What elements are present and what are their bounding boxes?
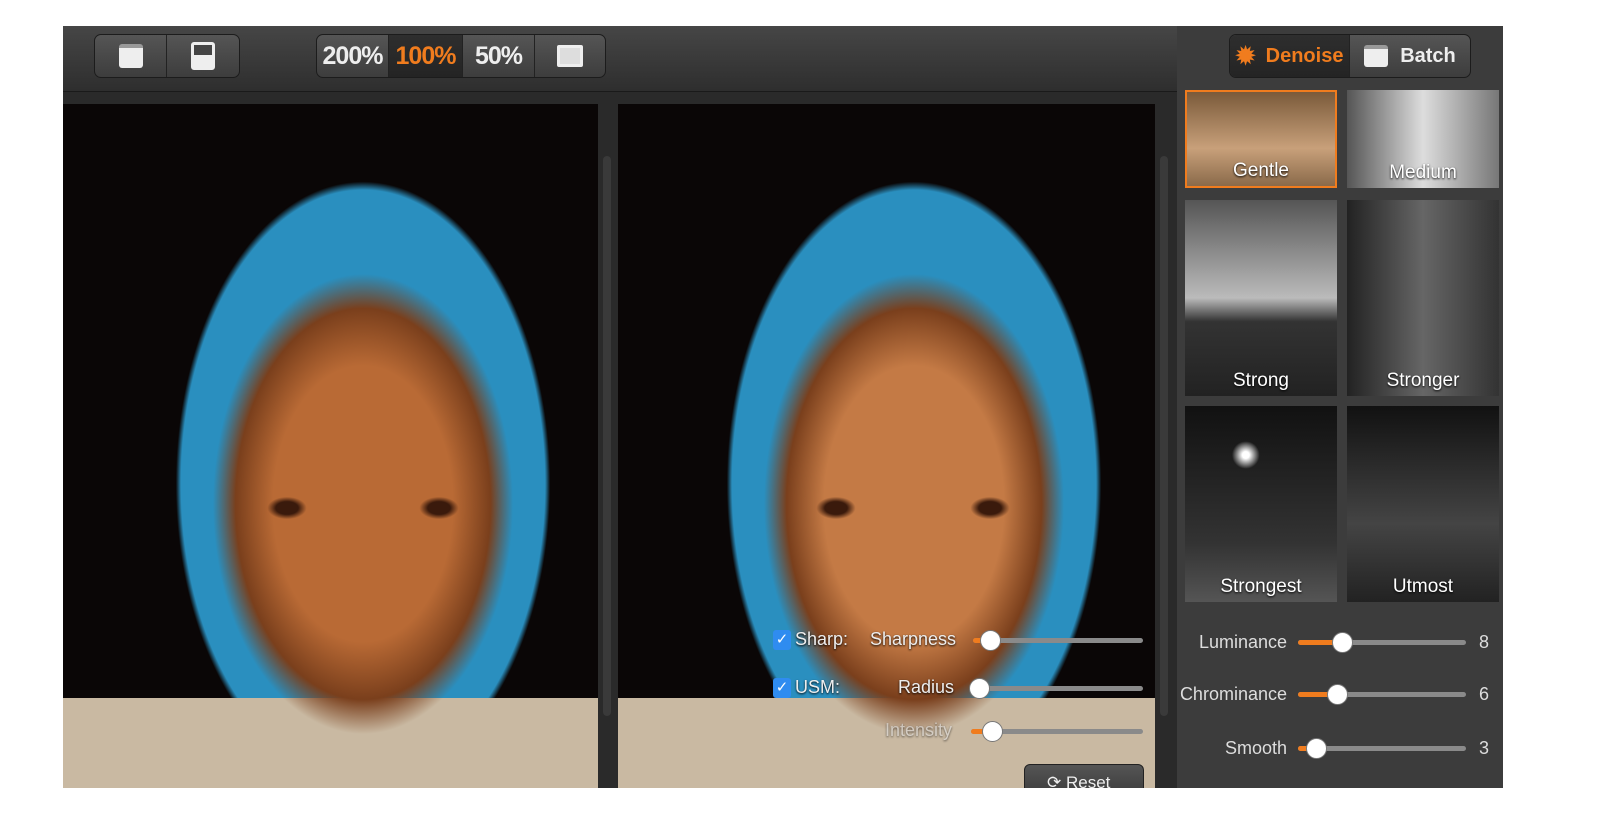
smooth-value: 3 — [1479, 738, 1490, 758]
luminance-label: Luminance — [1198, 632, 1287, 652]
file-buttons — [94, 34, 240, 78]
zoom-50-button[interactable]: 50% — [463, 35, 535, 77]
preview-scrollbar[interactable] — [1160, 156, 1168, 716]
preset-stronger[interactable]: Stronger — [1347, 200, 1499, 396]
intensity-slider[interactable] — [971, 721, 1143, 742]
tab-label: Denoise — [1265, 44, 1344, 67]
reset-label: Reset — [1065, 773, 1111, 788]
usm-label: USM: — [795, 677, 840, 697]
preset-utmost[interactable]: Utmost — [1347, 406, 1499, 602]
preset-strong[interactable]: Strong — [1185, 200, 1337, 396]
preset-label: Gentle — [1233, 160, 1289, 181]
folder-icon — [1364, 45, 1389, 67]
preset-label: Medium — [1389, 162, 1457, 183]
preset-medium[interactable]: Medium — [1347, 90, 1499, 188]
intensity-row: Intensity — [773, 717, 1153, 747]
save-button[interactable] — [167, 35, 239, 77]
slider-knob[interactable] — [981, 721, 1003, 742]
chrominance-slider[interactable] — [1298, 684, 1466, 705]
preset-label: Stronger — [1386, 370, 1460, 391]
radius-slider[interactable] — [969, 678, 1143, 699]
fit-screen-icon — [557, 45, 583, 67]
preset-label: Utmost — [1392, 576, 1454, 597]
radius-label: Radius — [898, 677, 955, 697]
luminance-slider[interactable] — [1298, 632, 1466, 653]
folder-icon — [118, 44, 143, 68]
luminance-row: Luminance 8 — [1177, 627, 1503, 657]
slider-knob[interactable] — [1306, 738, 1328, 759]
smooth-slider[interactable] — [1298, 738, 1466, 759]
usm-checkbox[interactable]: ✓ — [773, 678, 791, 698]
sharpness-slider[interactable] — [973, 630, 1143, 651]
tab-denoise[interactable]: ✹ Denoise — [1230, 35, 1350, 77]
original-scrollbar[interactable] — [603, 156, 611, 716]
sharp-label: Sharp: — [795, 629, 849, 649]
chrominance-value: 6 — [1479, 684, 1490, 704]
smooth-label: Smooth — [1224, 738, 1287, 758]
toolbar: 200% 100% 50% — [63, 26, 1177, 92]
slider-knob[interactable] — [1331, 632, 1353, 653]
preset-label: Strong — [1233, 370, 1289, 391]
original-image-pane[interactable] — [63, 104, 598, 788]
sharp-checkbox[interactable]: ✓ — [773, 630, 791, 650]
chrominance-label: Chrominance — [1179, 684, 1287, 704]
luminance-value: 8 — [1479, 632, 1490, 652]
zoom-200-button[interactable]: 200% — [317, 35, 389, 77]
preset-label: Strongest — [1220, 576, 1302, 597]
preset-gentle[interactable]: Gentle — [1185, 90, 1337, 188]
slider-knob[interactable] — [980, 630, 1001, 651]
open-button[interactable] — [95, 35, 167, 77]
zoom-100-button[interactable]: 100% — [389, 35, 463, 77]
reset-button[interactable]: ⟳ Reset — [1024, 764, 1144, 788]
zoom-buttons: 200% 100% 50% — [316, 34, 606, 78]
refresh-icon: ⟳ — [1047, 773, 1062, 788]
fit-screen-button[interactable] — [535, 35, 605, 77]
tab-batch[interactable]: Batch — [1350, 35, 1470, 77]
gear-icon: ✹ — [1235, 42, 1256, 70]
sharp-row: ✓ Sharp: Sharpness — [773, 626, 1153, 656]
original-photo — [63, 104, 598, 788]
preset-strongest[interactable]: Strongest — [1185, 406, 1337, 602]
tab-label: Batch — [1400, 44, 1456, 67]
sidebar: ✹ Denoise Batch Gentle Medium Strong Stro… — [1177, 26, 1503, 788]
slider-knob[interactable] — [969, 678, 991, 699]
mode-tabs: ✹ Denoise Batch — [1229, 34, 1471, 78]
slider-knob[interactable] — [1326, 684, 1348, 705]
usm-row: ✓ USM: Radius — [773, 674, 1153, 704]
app-window: 200% 100% 50% ✓ Sharp: Sharpness ✓ USM: … — [63, 26, 1503, 788]
preview-image-pane[interactable]: ✓ Sharp: Sharpness ✓ USM: Radius Intensi… — [618, 104, 1155, 788]
smooth-row: Smooth 3 — [1177, 733, 1503, 763]
sharpness-label: Sharpness — [870, 629, 957, 649]
intensity-label: Intensity — [885, 720, 953, 740]
floppy-disk-icon — [191, 42, 215, 70]
chrominance-row: Chrominance 6 — [1177, 679, 1503, 709]
